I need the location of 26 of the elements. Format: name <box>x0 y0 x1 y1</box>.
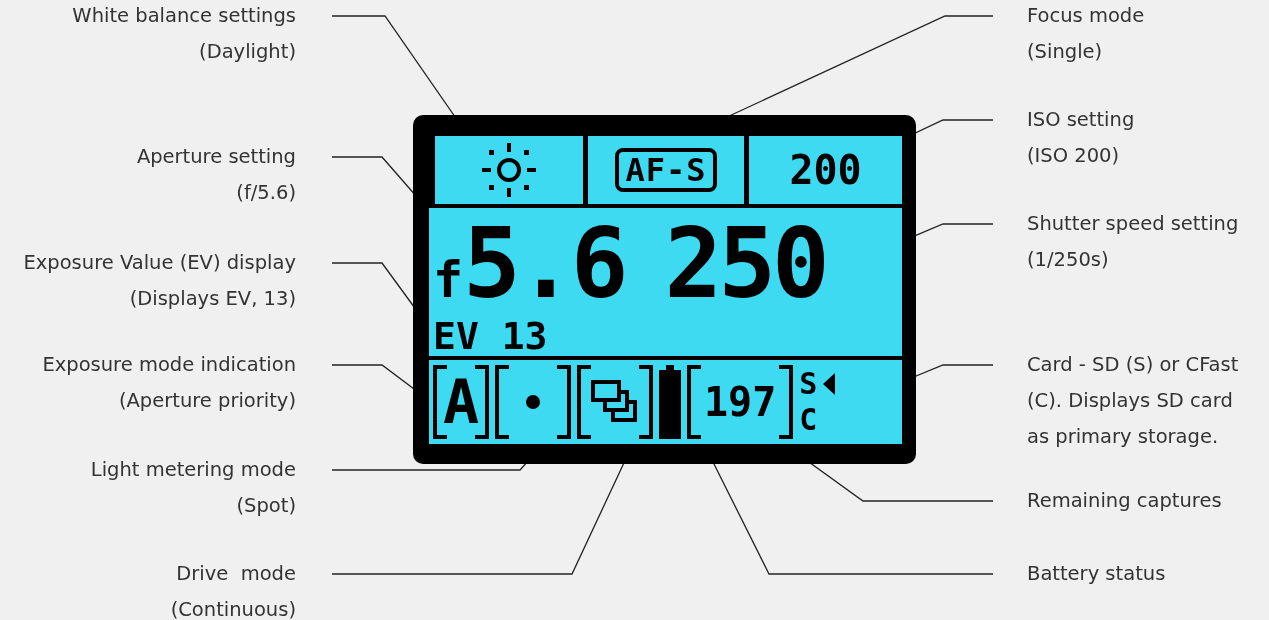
aperture-prefix: f <box>433 251 464 309</box>
spot-metering-icon <box>526 395 541 409</box>
remaining-count: 197 <box>704 379 777 425</box>
shutter-speed-value: 250 <box>664 214 826 314</box>
card-slot-indicator: C <box>799 405 819 435</box>
callout-label: Exposure mode indication (Aperture priority) <box>42 352 296 414</box>
callout-label: Exposure Value (EV) display (Displays EV, 13) <box>23 250 296 312</box>
callout-label: Light metering mode (Spot) <box>90 457 296 519</box>
callout-label: White balance settings (Daylight) <box>72 3 296 65</box>
callout-label: Focus mode (Single) <box>1027 3 1145 65</box>
callout-label: Shutter speed setting (1/250s) <box>1027 211 1239 273</box>
callout-label: Aperture setting (f/5.6) <box>136 144 296 206</box>
callout-label: Remaining captures <box>1027 488 1222 514</box>
stacked-frames-icon <box>591 380 640 424</box>
callout-label: Drive mode (Continuous) <box>170 561 296 620</box>
callout-label: ISO setting (ISO 200) <box>1027 107 1135 169</box>
battery-icon <box>659 365 682 439</box>
card-slot-indicator: S <box>799 369 836 399</box>
sun-icon <box>482 143 536 197</box>
callout-label: Card - SD (S) or CFast (C). Displays SD card as primary storage. <box>1027 352 1239 450</box>
callout-label: Battery status <box>1027 561 1166 587</box>
exposure-mode-value: A <box>443 370 480 434</box>
aperture-value: 5.6 <box>463 214 625 314</box>
focus-mode-badge: AF-S <box>615 148 717 192</box>
iso-value: 200 <box>789 147 862 193</box>
ev-value: EV 13 <box>433 316 549 356</box>
